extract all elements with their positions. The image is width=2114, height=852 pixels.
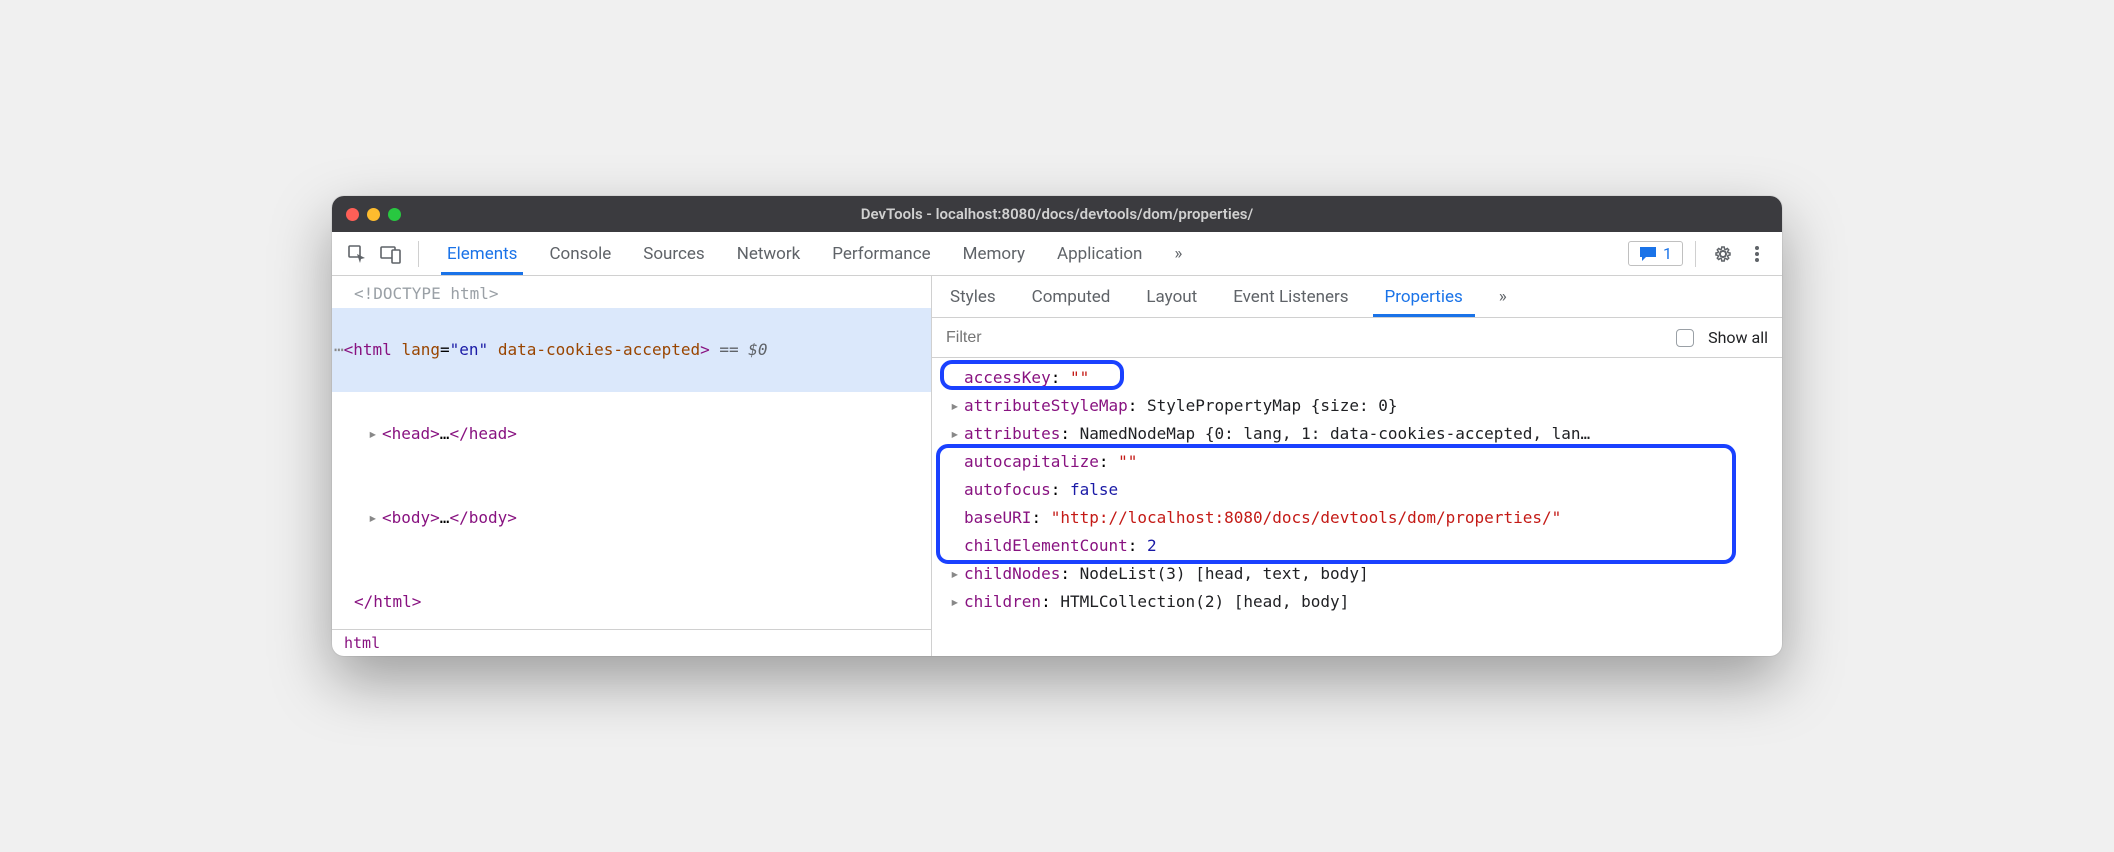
elements-pane: <!DOCTYPE html> ⋯<html lang="en" data-co… <box>332 276 932 656</box>
chevron-right-icon[interactable]: ▸ <box>950 588 964 616</box>
chevron-right-icon <box>950 476 964 504</box>
chevron-right-icon <box>950 532 964 560</box>
property-key: autofocus <box>964 480 1051 499</box>
dom-tree[interactable]: <!DOCTYPE html> ⋯<html lang="en" data-co… <box>332 276 931 629</box>
issues-button[interactable]: 1 <box>1628 241 1683 266</box>
property-value: false <box>1070 480 1118 499</box>
sidebar-pane: Styles Computed Layout Event Listeners P… <box>932 276 1782 656</box>
chevron-right-icon[interactable]: ▸ <box>950 420 964 448</box>
titlebar: DevTools - localhost:8080/docs/devtools/… <box>332 196 1782 232</box>
ellipsis-icon: ⋯ <box>334 340 344 359</box>
dom-body-element[interactable]: ▸<body>…</body> <box>332 476 931 560</box>
property-row[interactable]: ▸children: HTMLCollection(2) [head, body… <box>942 588 1772 616</box>
property-row[interactable]: accessKey: "" <box>942 364 1772 392</box>
property-value: NamedNodeMap {0: lang, 1: data-cookies-a… <box>1080 424 1591 443</box>
chevron-right-icon <box>950 364 964 392</box>
tab-layout[interactable]: Layout <box>1128 276 1215 317</box>
chevron-right-icon <box>950 448 964 476</box>
property-value: 2 <box>1147 536 1157 555</box>
showall-label: Show all <box>1708 328 1768 347</box>
dom-html-close[interactable]: </html> <box>332 560 931 629</box>
chevron-right-icon[interactable]: ▸ <box>950 392 964 420</box>
showall-checkbox[interactable] <box>1676 329 1694 347</box>
close-icon[interactable] <box>346 208 359 221</box>
tab-performance[interactable]: Performance <box>816 232 946 275</box>
property-key: childElementCount <box>964 536 1128 555</box>
tab-elements[interactable]: Elements <box>431 232 533 275</box>
issues-count: 1 <box>1663 244 1672 263</box>
tab-styles[interactable]: Styles <box>932 276 1014 317</box>
property-row[interactable]: autofocus: false <box>942 476 1772 504</box>
filter-input[interactable] <box>946 329 1662 347</box>
tab-network[interactable]: Network <box>721 232 817 275</box>
property-row[interactable]: autocapitalize: "" <box>942 448 1772 476</box>
main-toolbar: Elements Console Sources Network Perform… <box>332 232 1782 276</box>
minimize-icon[interactable] <box>367 208 380 221</box>
chevron-right-icon[interactable]: ▸ <box>368 504 382 532</box>
property-key: attributes <box>964 424 1060 443</box>
issues-icon <box>1639 246 1657 262</box>
fullscreen-icon[interactable] <box>388 208 401 221</box>
properties-panel[interactable]: accessKey: ""▸attributeStyleMap: StylePr… <box>932 358 1782 656</box>
property-value: StylePropertyMap {size: 0} <box>1147 396 1397 415</box>
property-value: "http://localhost:8080/docs/devtools/dom… <box>1051 508 1562 527</box>
window-title: DevTools - localhost:8080/docs/devtools/… <box>332 205 1782 223</box>
property-key: attributeStyleMap <box>964 396 1128 415</box>
kebab-icon[interactable] <box>1742 239 1772 269</box>
tab-event-listeners[interactable]: Event Listeners <box>1215 276 1366 317</box>
chevron-right-icon[interactable]: ▸ <box>368 420 382 448</box>
property-key: baseURI <box>964 508 1031 527</box>
gear-icon[interactable] <box>1708 239 1738 269</box>
toolbar-right: 1 <box>1628 239 1772 269</box>
tab-console[interactable]: Console <box>533 232 627 275</box>
property-row[interactable]: childElementCount: 2 <box>942 532 1772 560</box>
devtools-window: DevTools - localhost:8080/docs/devtools/… <box>332 196 1782 656</box>
more-sidebar-tabs-icon[interactable]: » <box>1481 276 1525 317</box>
chevron-right-icon <box>950 504 964 532</box>
tab-application[interactable]: Application <box>1041 232 1158 275</box>
tab-computed[interactable]: Computed <box>1014 276 1129 317</box>
breadcrumb[interactable]: html <box>332 629 931 656</box>
property-row[interactable]: baseURI: "http://localhost:8080/docs/dev… <box>942 504 1772 532</box>
device-toggle-icon[interactable] <box>376 239 406 269</box>
dom-html-element[interactable]: ⋯<html lang="en" data-cookies-accepted> … <box>332 308 931 392</box>
property-row[interactable]: ▸childNodes: NodeList(3) [head, text, bo… <box>942 560 1772 588</box>
window-controls <box>346 208 401 221</box>
tab-sources[interactable]: Sources <box>627 232 720 275</box>
separator <box>1695 241 1696 267</box>
property-value: "" <box>1118 452 1137 471</box>
chevron-right-icon[interactable]: ▸ <box>950 560 964 588</box>
dom-doctype[interactable]: <!DOCTYPE html> <box>332 280 931 308</box>
property-value: "" <box>1070 368 1089 387</box>
inspect-icon[interactable] <box>342 239 372 269</box>
property-key: autocapitalize <box>964 452 1099 471</box>
property-value: HTMLCollection(2) [head, body] <box>1060 592 1349 611</box>
main-tabs: Elements Console Sources Network Perform… <box>431 232 1198 275</box>
more-tabs-icon[interactable]: » <box>1158 232 1198 275</box>
property-row[interactable]: ▸attributeStyleMap: StylePropertyMap {si… <box>942 392 1772 420</box>
separator <box>418 241 419 267</box>
property-key: children <box>964 592 1041 611</box>
filter-row: Show all <box>932 318 1782 358</box>
dom-head-element[interactable]: ▸<head>…</head> <box>332 392 931 476</box>
sidebar-tabs: Styles Computed Layout Event Listeners P… <box>932 276 1782 318</box>
tab-memory[interactable]: Memory <box>947 232 1041 275</box>
property-key: accessKey <box>964 368 1051 387</box>
content-area: <!DOCTYPE html> ⋯<html lang="en" data-co… <box>332 276 1782 656</box>
property-row[interactable]: ▸attributes: NamedNodeMap {0: lang, 1: d… <box>942 420 1772 448</box>
tab-properties[interactable]: Properties <box>1367 276 1481 317</box>
property-key: childNodes <box>964 564 1060 583</box>
property-value: NodeList(3) [head, text, body] <box>1080 564 1369 583</box>
